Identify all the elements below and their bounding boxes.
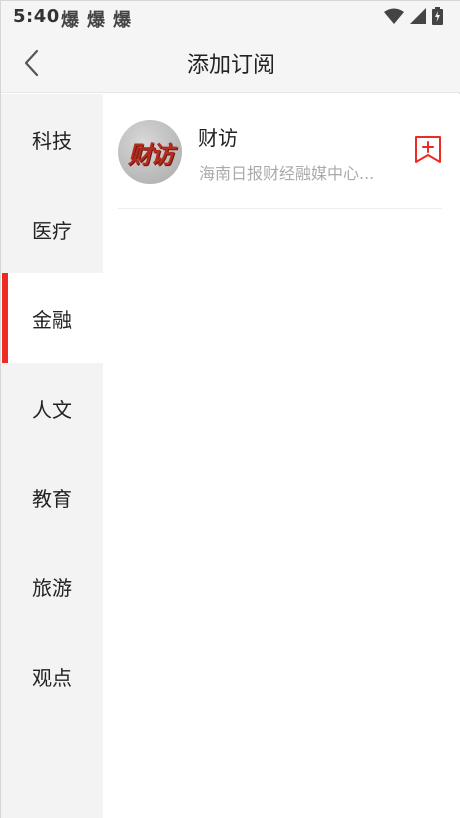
subscription-list: 财访 财访 海南日报财经融媒中心... (103, 94, 460, 818)
page-title: 添加订阅 (186, 53, 275, 78)
category-sidebar: 科技 医疗 金融 人文 教育 旅游 观点 (1, 94, 103, 818)
logo-text: 财访 (128, 139, 174, 169)
category-label: 观点 (32, 665, 72, 690)
cell-signal-icon (410, 8, 426, 28)
category-label: 金融 (32, 307, 72, 332)
category-label: 教育 (32, 486, 72, 511)
app-frame: 5:40 爆爆爆 添加订阅 科技 医疗 金融 人文 教育 旅游 观点 财访 财访… (0, 0, 460, 818)
category-item-travel[interactable]: 旅游 (1, 541, 103, 631)
category-label: 人文 (32, 397, 72, 422)
subscription-description: 海南日报财经融媒中心... (199, 164, 375, 183)
category-item-humanities[interactable]: 人文 (1, 363, 103, 453)
notification-icon: 爆 (61, 10, 79, 31)
notification-icons: 爆爆爆 (53, 6, 131, 32)
avatar: 财访 (118, 120, 182, 184)
category-item-opinion[interactable]: 观点 (1, 631, 103, 721)
subscribe-button[interactable] (413, 134, 443, 166)
status-bar: 5:40 爆爆爆 (1, 1, 460, 33)
battery-charging-icon (432, 7, 443, 29)
notification-icon: 爆 (87, 10, 105, 31)
app-header: 添加订阅 (1, 33, 460, 93)
category-item-medical[interactable]: 医疗 (1, 184, 103, 274)
category-item-tech[interactable]: 科技 (1, 94, 103, 184)
category-label: 旅游 (32, 575, 72, 600)
wifi-icon (384, 8, 404, 28)
category-label: 医疗 (32, 218, 72, 243)
category-item-finance[interactable]: 金融 (1, 273, 103, 363)
add-bookmark-icon (415, 136, 441, 163)
list-item[interactable]: 财访 财访 海南日报财经融媒中心... (118, 116, 442, 209)
category-label: 科技 (32, 128, 72, 153)
category-item-education[interactable]: 教育 (1, 452, 103, 542)
status-icons (384, 7, 443, 29)
subscription-name: 财访 (198, 126, 238, 150)
notification-icon: 爆 (113, 10, 131, 31)
